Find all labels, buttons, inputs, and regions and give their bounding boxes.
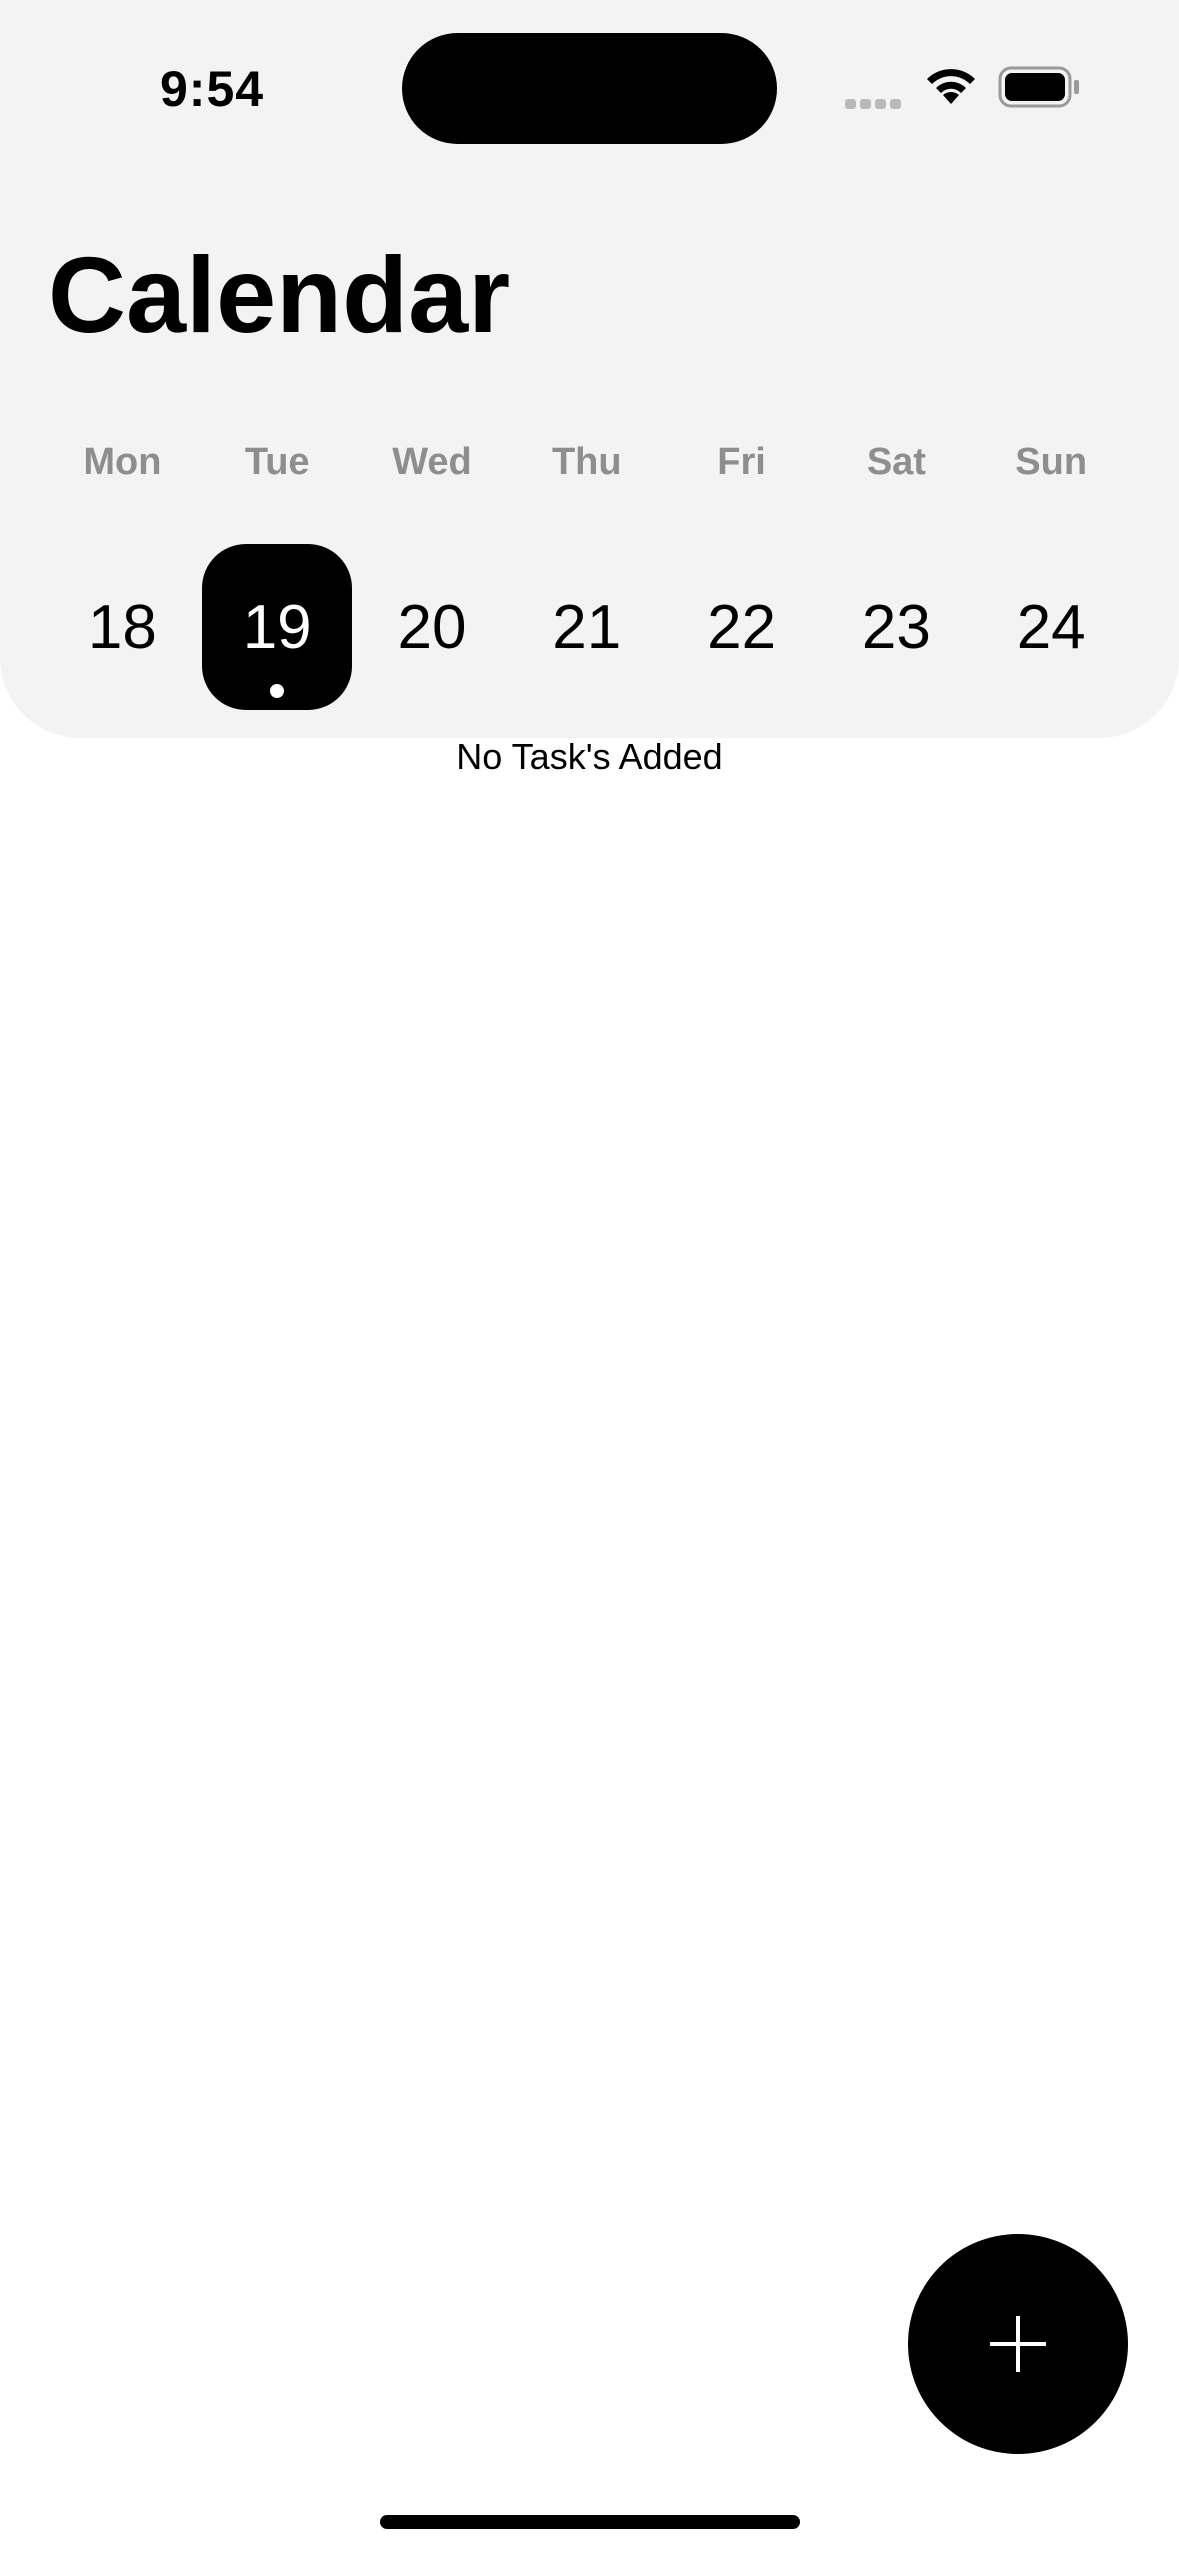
plus-icon <box>990 2316 1046 2372</box>
day-number: 19 <box>242 592 312 662</box>
battery-icon <box>998 66 1079 108</box>
day-number: 22 <box>707 592 777 662</box>
day-name: Wed <box>392 441 472 483</box>
day-number-button[interactable]: 18 <box>47 544 197 710</box>
day-column-sat[interactable]: Sat 23 <box>819 430 974 710</box>
day-name: Sat <box>866 441 926 483</box>
home-indicator[interactable] <box>380 2515 800 2529</box>
today-indicator-dot <box>270 684 285 698</box>
day-number-button[interactable]: 23 <box>821 544 971 710</box>
day-column-fri[interactable]: Fri 22 <box>664 430 819 710</box>
calendar-header-card: 9:54 Calendar Mon 18 Tue 19 Wed 20 Thu 2… <box>0 0 1179 738</box>
day-number: 24 <box>1016 592 1086 662</box>
day-number-button[interactable]: 24 <box>976 544 1126 710</box>
day-column-thu[interactable]: Thu 21 <box>509 430 664 710</box>
cellular-signal-icon <box>845 96 905 109</box>
selected-day-button[interactable]: 19 <box>202 544 353 710</box>
day-name: Sun <box>1015 441 1088 483</box>
add-task-button[interactable] <box>908 2234 1128 2454</box>
week-strip: Mon 18 Tue 19 Wed 20 Thu 21 Fri 22 Sat 2… <box>45 430 1135 710</box>
wifi-icon <box>927 69 975 104</box>
day-number-button[interactable]: 22 <box>667 544 817 710</box>
page-title: Calendar <box>48 234 511 355</box>
day-column-mon[interactable]: Mon 18 <box>45 430 200 710</box>
day-column-sun[interactable]: Sun 24 <box>974 430 1129 710</box>
day-column-tue[interactable]: Tue 19 <box>200 430 355 710</box>
day-number: 18 <box>87 592 157 662</box>
day-column-wed[interactable]: Wed 20 <box>355 430 510 710</box>
calendar-screen: 9:54 Calendar Mon 18 Tue 19 Wed 20 Thu 2… <box>0 0 1179 2556</box>
day-number-button[interactable]: 21 <box>512 544 662 710</box>
day-number-button[interactable]: 20 <box>357 544 507 710</box>
day-name: Mon <box>83 441 162 483</box>
dynamic-island <box>402 33 777 144</box>
empty-tasks-message: No Task's Added <box>456 736 723 777</box>
day-name: Tue <box>244 441 310 483</box>
day-number: 23 <box>861 592 931 662</box>
status-bar-time: 9:54 <box>160 61 265 117</box>
day-number: 20 <box>397 592 467 662</box>
day-name: Fri <box>717 441 766 483</box>
day-number: 21 <box>552 592 622 662</box>
day-name: Thu <box>551 441 622 483</box>
